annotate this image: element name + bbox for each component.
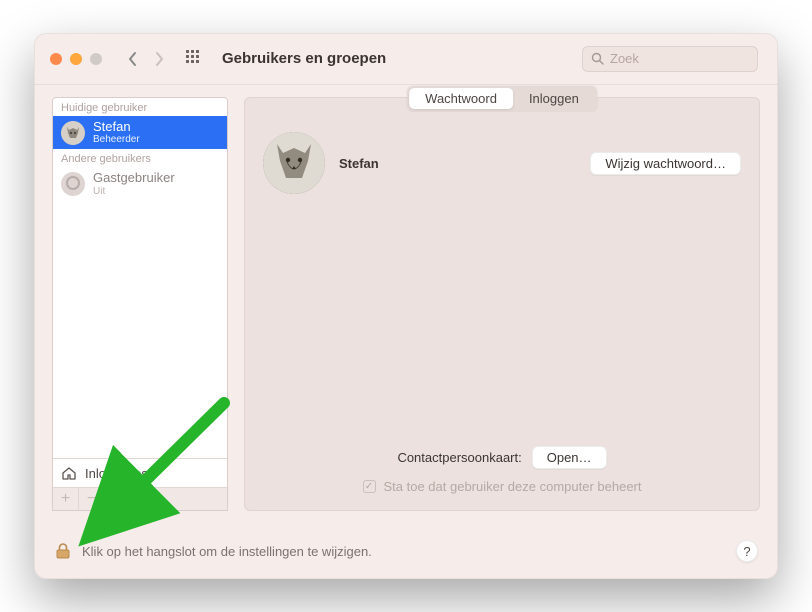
sidebar-header-current: Huidige gebruiker [53,98,227,116]
footer: Klik op het hangslot om de instellingen … [34,523,778,579]
avatar-icon [61,121,85,145]
sidebar-footer: + − [53,487,227,510]
preferences-window: Gebruikers en groepen Huidige gebruiker … [34,33,778,579]
admin-checkbox-label: Sta toe dat gebruiker deze computer behe… [384,479,642,494]
add-user-button[interactable]: + [53,488,79,510]
window-title: Gebruikers en groepen [222,50,386,67]
sidebar-item-guest-user[interactable]: Gastgebruiker Uit [53,167,227,200]
open-contact-card-button[interactable]: Open… [532,446,607,469]
help-button[interactable]: ? [736,540,758,562]
tab-login[interactable]: Inloggen [513,88,595,109]
toolbar: Gebruikers en groepen [34,33,778,85]
remove-user-button[interactable]: − [79,488,105,510]
admin-checkbox-row: ✓ Sta toe dat gebruiker deze computer be… [263,479,741,494]
body: Huidige gebruiker Stefan Beheerder Ander… [34,85,778,523]
close-window-button[interactable] [50,53,62,65]
sidebar-item-current-user[interactable]: Stefan Beheerder [53,116,227,149]
contact-card-row: Contactpersoonkaart: Open… [263,446,741,469]
user-avatar-large[interactable] [263,132,325,194]
lock-button[interactable] [54,542,72,560]
minimize-window-button[interactable] [70,53,82,65]
main-panel: Wachtwoord Inloggen Stefan Wijzi [244,97,760,511]
show-all-prefs-button[interactable] [186,50,204,68]
sidebar-user-name: Stefan [93,120,140,134]
admin-checkbox: ✓ [363,480,376,493]
contact-card-label: Contactpersoonkaart: [397,450,521,465]
search-input[interactable] [610,51,778,66]
change-password-button[interactable]: Wijzig wachtwoord… [590,152,741,175]
forward-button[interactable] [150,47,168,71]
traffic-lights [50,53,102,65]
login-options-label: Inlogopties [85,466,148,481]
sidebar-guest-status: Uit [93,186,175,197]
back-button[interactable] [124,47,142,71]
tab-group: Wachtwoord Inloggen [407,86,597,111]
sidebar-user-role: Beheerder [93,134,140,145]
login-options-button[interactable]: Inlogopties [53,458,227,487]
sidebar-header-other: Andere gebruikers [53,149,227,167]
nav-buttons [124,47,168,71]
zoom-window-button[interactable] [90,53,102,65]
user-header-row: Stefan Wijzig wachtwoord… [263,132,741,194]
guest-avatar-icon [61,172,85,196]
users-sidebar: Huidige gebruiker Stefan Beheerder Ander… [52,97,228,511]
user-display-name: Stefan [339,156,379,171]
tab-password[interactable]: Wachtwoord [409,88,513,109]
search-icon [591,52,604,65]
search-field-wrap[interactable] [582,46,758,72]
house-icon [61,465,77,481]
sidebar-guest-name: Gastgebruiker [93,171,175,185]
lock-hint-text: Klik op het hangslot om de instellingen … [82,544,372,559]
